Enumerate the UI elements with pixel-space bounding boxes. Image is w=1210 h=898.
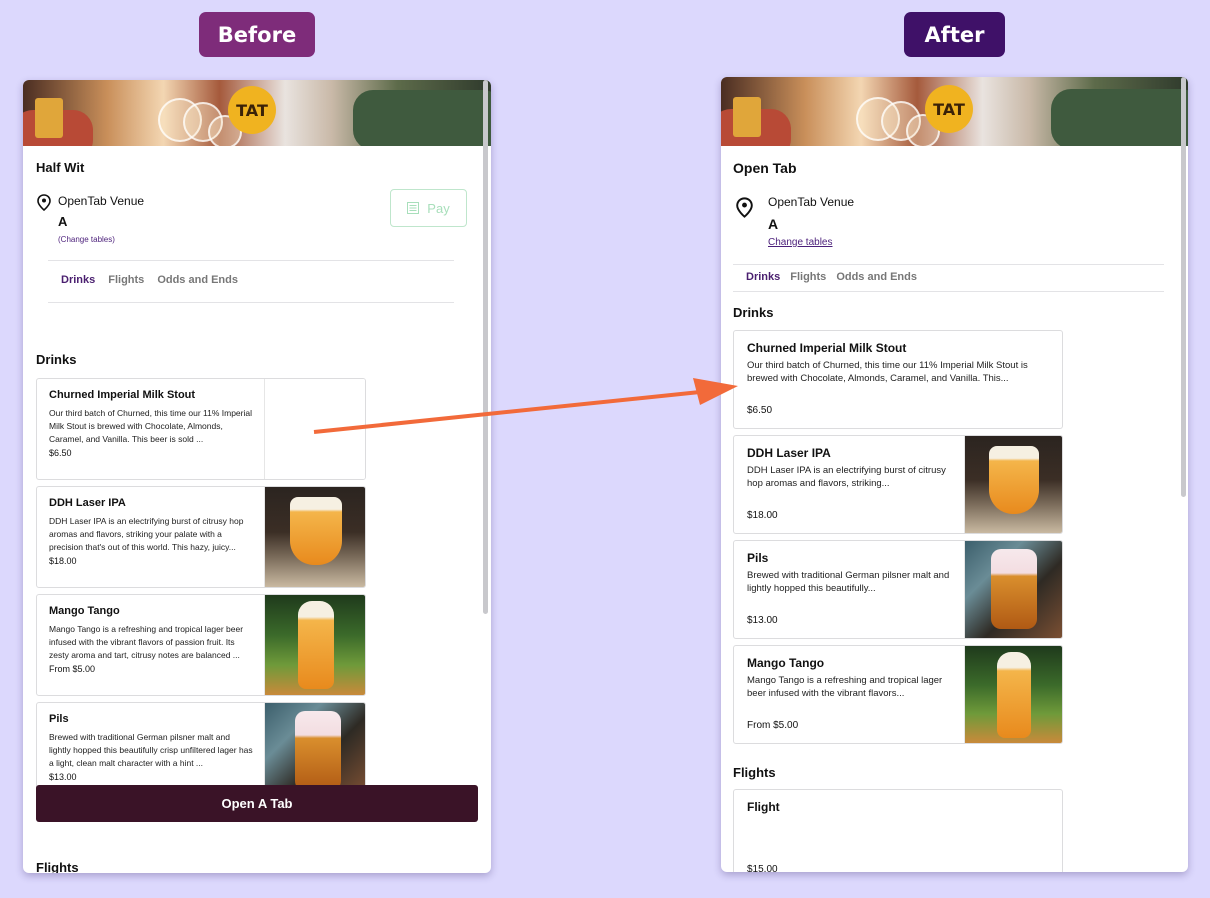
pils-beer-image bbox=[264, 703, 365, 793]
item-name: Churned Imperial Milk Stout bbox=[49, 389, 196, 401]
menu-item-card[interactable]: Mango Tango Mango Tango is a refreshing … bbox=[733, 645, 1063, 744]
pay-button[interactable]: Pay bbox=[390, 189, 467, 227]
pay-label: Pay bbox=[427, 200, 450, 216]
venue-logo: TAT bbox=[925, 85, 973, 133]
section-drinks-title: Drinks bbox=[733, 305, 774, 320]
divider bbox=[733, 291, 1164, 292]
item-price: From $5.00 bbox=[747, 720, 799, 731]
item-name: DDH Laser IPA bbox=[747, 446, 831, 460]
pils-beer-image bbox=[964, 541, 1062, 638]
item-price: $18.00 bbox=[747, 510, 778, 521]
beer-can-image bbox=[35, 98, 63, 138]
item-price: $6.50 bbox=[747, 405, 773, 416]
item-description: DDH Laser IPA is an electrifying burst o… bbox=[49, 516, 244, 552]
item-description: Our third batch of Churned, this time ou… bbox=[747, 360, 1028, 384]
item-name: Flight bbox=[747, 800, 780, 814]
open-a-tab-button[interactable]: Open A Tab bbox=[36, 785, 478, 822]
item-description: DDH Laser IPA is an electrifying burst o… bbox=[747, 465, 946, 489]
venue-logo: TAT bbox=[228, 86, 276, 134]
item-description: Mango Tango is a refreshing and tropical… bbox=[747, 675, 943, 699]
tab-drinks[interactable]: Drinks bbox=[746, 271, 780, 283]
item-name: Pils bbox=[747, 551, 769, 565]
item-price: $18.00 bbox=[49, 556, 77, 566]
venue-title: Half Wit bbox=[36, 160, 85, 175]
category-tabs: Drinks Flights Odds and Ends bbox=[61, 274, 238, 286]
divider bbox=[48, 302, 454, 303]
table-label: A bbox=[58, 214, 68, 229]
tab-flights[interactable]: Flights bbox=[790, 271, 826, 283]
hero-banner: TAT bbox=[23, 80, 491, 146]
section-flights-title: Flights bbox=[733, 765, 776, 780]
venue-name: OpenTab Venue bbox=[768, 195, 855, 209]
divider bbox=[733, 264, 1164, 265]
ipa-beer-image bbox=[264, 487, 365, 587]
item-name: Churned Imperial Milk Stout bbox=[747, 341, 907, 355]
venue-title: Open Tab bbox=[733, 160, 797, 176]
hero-banner: TAT bbox=[721, 77, 1188, 146]
item-price: $15.00 bbox=[747, 864, 778, 872]
category-tabs: Drinks Flights Odds and Ends bbox=[746, 271, 917, 283]
item-name: Mango Tango bbox=[49, 605, 120, 617]
venue-name: OpenTab Venue bbox=[58, 194, 145, 208]
item-description: Mango Tango is a refreshing and tropical… bbox=[49, 624, 244, 660]
menu-item-card[interactable]: Churned Imperial Milk Stout Our third ba… bbox=[36, 378, 366, 480]
menu-item-card[interactable]: Churned Imperial Milk Stout Our third ba… bbox=[733, 330, 1063, 429]
menu-item-card[interactable]: DDH Laser IPA DDH Laser IPA is an electr… bbox=[36, 486, 366, 588]
before-screen: TAT Half Wit OpenTab Venue A (Change tab… bbox=[23, 80, 491, 873]
flight-card[interactable]: Flight $15.00 bbox=[733, 789, 1063, 872]
item-image-placeholder bbox=[264, 379, 365, 479]
scrollbar[interactable] bbox=[483, 80, 488, 614]
divider bbox=[48, 260, 454, 261]
location-pin-icon bbox=[37, 194, 51, 211]
item-name: DDH Laser IPA bbox=[49, 497, 126, 509]
section-drinks-title: Drinks bbox=[36, 352, 77, 367]
table-label: A bbox=[768, 216, 779, 232]
ipa-beer-image bbox=[964, 436, 1062, 533]
item-price: $6.50 bbox=[49, 448, 72, 458]
before-label: Before bbox=[199, 12, 315, 57]
tab-odds-and-ends[interactable]: Odds and Ends bbox=[157, 274, 238, 286]
tab-drinks[interactable]: Drinks bbox=[61, 274, 95, 286]
scrollbar[interactable] bbox=[1181, 77, 1186, 497]
tab-flights[interactable]: Flights bbox=[108, 274, 144, 286]
item-name: Mango Tango bbox=[747, 656, 825, 670]
menu-item-card[interactable]: DDH Laser IPA DDH Laser IPA is an electr… bbox=[733, 435, 1063, 534]
menu-item-card[interactable]: Pils Brewed with traditional German pils… bbox=[36, 702, 366, 794]
after-screen: TAT Open Tab OpenTab Venue A Change tabl… bbox=[721, 77, 1188, 872]
tab-odds-and-ends[interactable]: Odds and Ends bbox=[836, 271, 917, 283]
receipt-icon bbox=[407, 202, 420, 214]
item-price: $13.00 bbox=[49, 772, 77, 782]
item-description: Brewed with traditional German pilsner m… bbox=[49, 732, 253, 768]
item-description: Brewed with traditional German pilsner m… bbox=[747, 570, 950, 594]
section-flights-title: Flights bbox=[36, 860, 79, 873]
location-pin-icon bbox=[736, 197, 753, 218]
menu-item-card[interactable]: Mango Tango Mango Tango is a refreshing … bbox=[36, 594, 366, 696]
item-name: Pils bbox=[49, 713, 69, 725]
item-description: Our third batch of Churned, this time ou… bbox=[49, 408, 252, 444]
change-tables-link[interactable]: (Change tables) bbox=[58, 235, 115, 244]
item-price: $13.00 bbox=[747, 615, 778, 626]
mango-beer-image bbox=[264, 595, 365, 695]
beer-can-image bbox=[733, 97, 761, 137]
after-label: After bbox=[904, 12, 1005, 57]
mango-beer-image bbox=[964, 646, 1062, 743]
menu-item-card[interactable]: Pils Brewed with traditional German pils… bbox=[733, 540, 1063, 639]
change-tables-link[interactable]: Change tables bbox=[768, 237, 833, 248]
item-price: From $5.00 bbox=[49, 664, 96, 674]
